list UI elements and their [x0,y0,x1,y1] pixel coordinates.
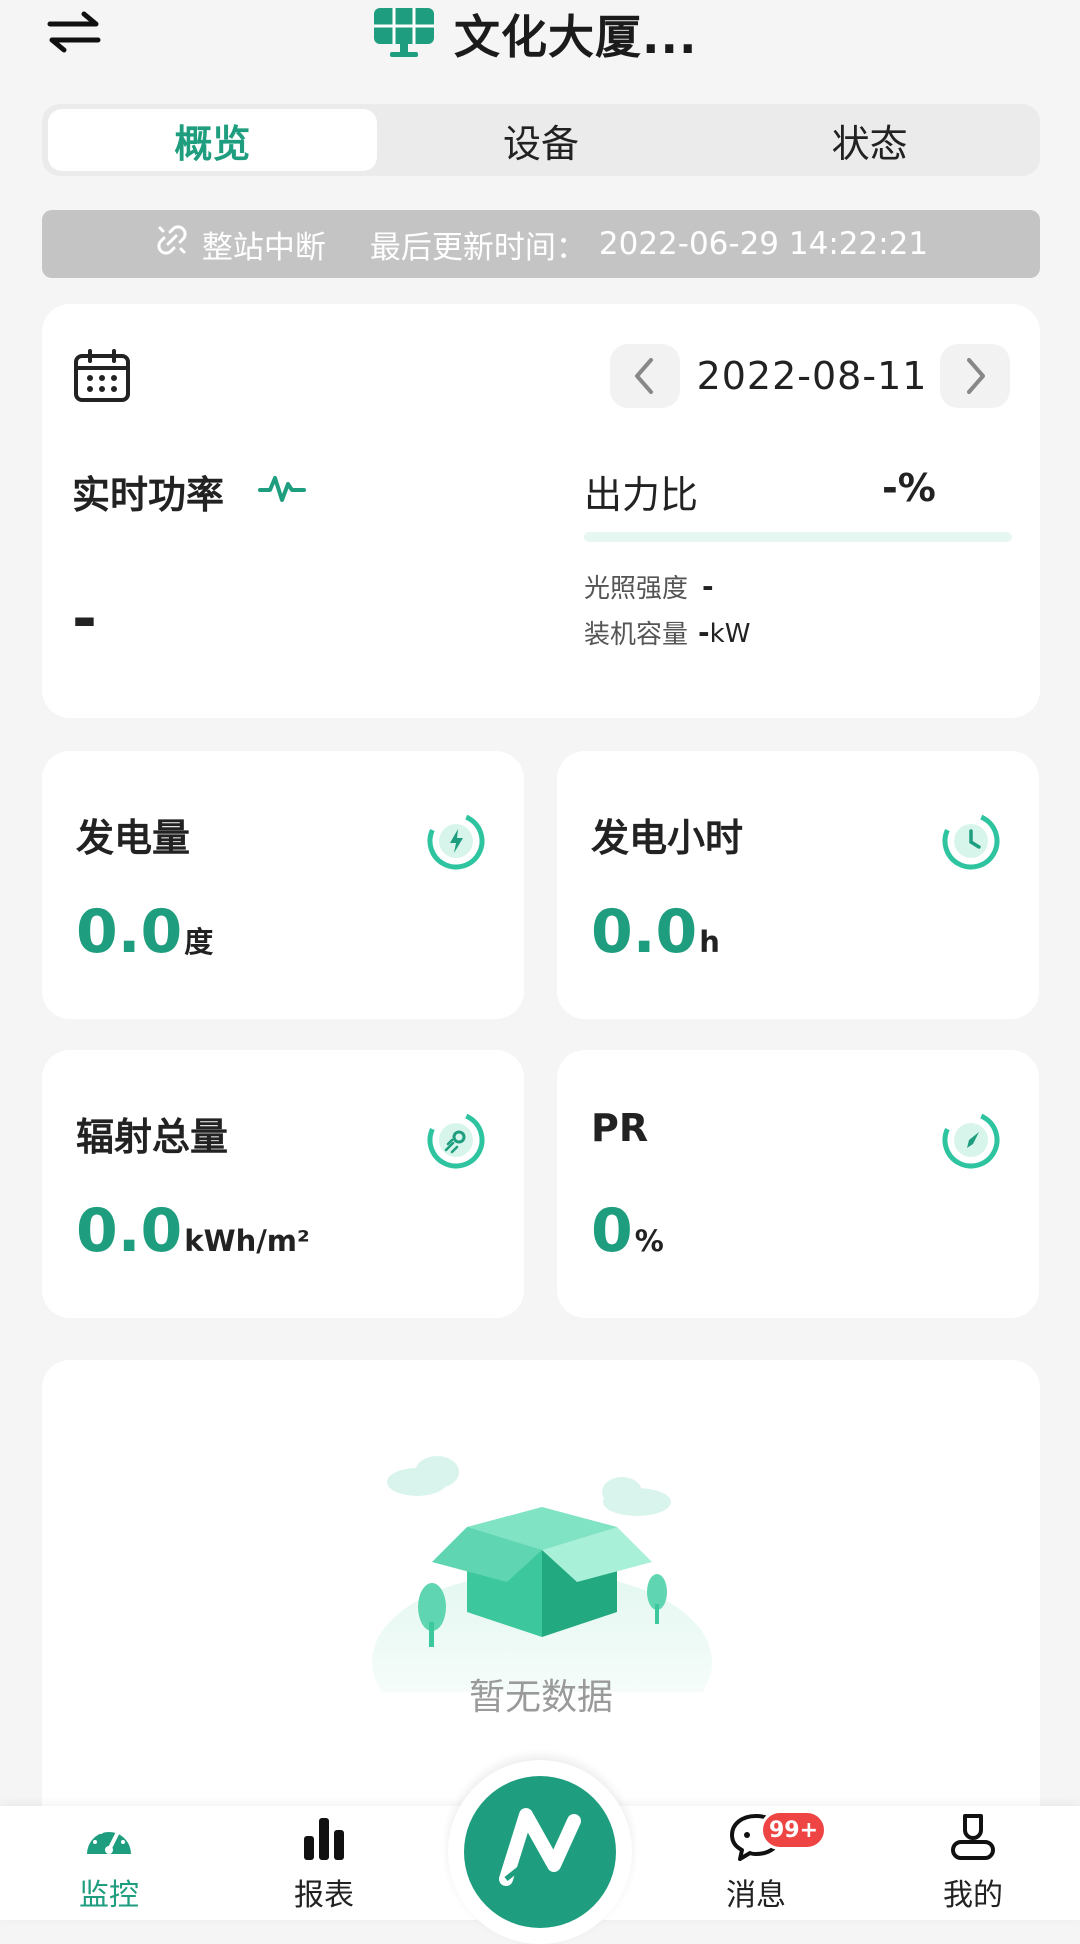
selected-date[interactable]: 2022-08-11 [690,348,934,404]
calendar-icon[interactable] [72,348,132,404]
switch-station-icon[interactable] [44,8,114,56]
solar-panel-icon [370,4,438,64]
clock-ring-icon [941,811,1001,871]
capacity-unit: kW [709,619,751,649]
realtime-power-value: - [72,584,97,654]
tab-status[interactable]: 状态 [705,109,1034,171]
empty-text: 暂无数据 [468,1677,613,1718]
compass-ring-icon [941,1110,1001,1170]
irradiance-label: 光照强度 [584,574,689,604]
overview-card: 2022-08-11 实时功率 - 出力比 -% 光照强度 - 装机容量 -kW [42,304,1040,718]
station-status-text: 整站中断 [201,229,326,266]
segmented-tabs: 概览 设备 状态 [42,104,1040,176]
update-time-label: 最后更新时间： [369,229,587,266]
metric-unit: kWh/m² [184,1224,310,1258]
brand-logo-icon [492,1807,588,1897]
capacity-label: 装机容量 [584,620,689,650]
date-next-button[interactable] [940,344,1010,408]
lightning-ring-icon [426,811,486,871]
empty-box-illustration [372,1432,712,1752]
metric-card-hours[interactable]: 发电小时 0.0 h [557,751,1039,1019]
nav-label: 监控 [79,1878,139,1913]
user-icon [947,1810,999,1866]
capacity-value: - [698,616,710,649]
output-ratio-bar [584,532,1012,542]
sun-ring-icon [426,1110,486,1170]
update-time-value: 2022-06-29 14:22:21 [598,226,929,262]
bar-chart-icon [298,1814,350,1866]
chevron-left-icon [635,358,653,394]
metric-label: 发电小时 [591,816,744,860]
capacity-row: 装机容量 -kW [584,614,750,651]
gauge-icon [83,1814,135,1866]
pulse-icon [258,472,306,504]
metric-value: 0.0 [76,1196,183,1266]
metric-card-generation[interactable]: 发电量 0.0 度 [42,751,524,1019]
header: 文化大厦... [0,0,1080,70]
metric-label: 辐射总量 [76,1115,229,1159]
center-logo-button[interactable] [448,1760,632,1944]
nav-monitor[interactable]: 监控 [39,1806,179,1920]
metric-card-pr[interactable]: PR 0 % [557,1050,1039,1318]
page-title: 文化大厦... [454,10,698,64]
metric-card-radiation[interactable]: 辐射总量 0.0 kWh/m² [42,1050,524,1318]
metric-label: 发电量 [76,816,191,860]
station-title[interactable]: 文化大厦... [370,4,697,64]
tab-devices[interactable]: 设备 [377,109,706,171]
metric-value: 0.0 [591,897,698,967]
broken-link-icon [154,222,190,266]
nav-label: 报表 [294,1878,354,1913]
nav-label: 我的 [943,1878,1003,1913]
date-prev-button[interactable] [610,344,680,408]
metric-unit: % [634,1224,664,1258]
metric-label: PR [591,1106,649,1150]
metric-unit: h [699,925,720,959]
output-ratio-value: -% [882,466,936,510]
unread-badge: 99+ [760,1810,828,1850]
realtime-power-label: 实时功率 [72,473,225,517]
tab-overview[interactable]: 概览 [48,109,377,171]
nav-profile[interactable]: 我的 [903,1806,1043,1920]
status-banner: 整站中断 最后更新时间： 2022-06-29 14:22:21 [42,210,1040,278]
nav-reports[interactable]: 报表 [254,1806,394,1920]
nav-label: 消息 [726,1878,786,1913]
metric-unit: 度 [184,925,214,959]
metric-value: 0.0 [76,897,183,967]
chevron-right-icon [967,358,985,394]
output-ratio-label: 出力比 [584,473,699,517]
metric-value: 0 [591,1196,633,1266]
irradiance-row: 光照强度 - [584,568,714,605]
irradiance-value: - [702,570,714,603]
